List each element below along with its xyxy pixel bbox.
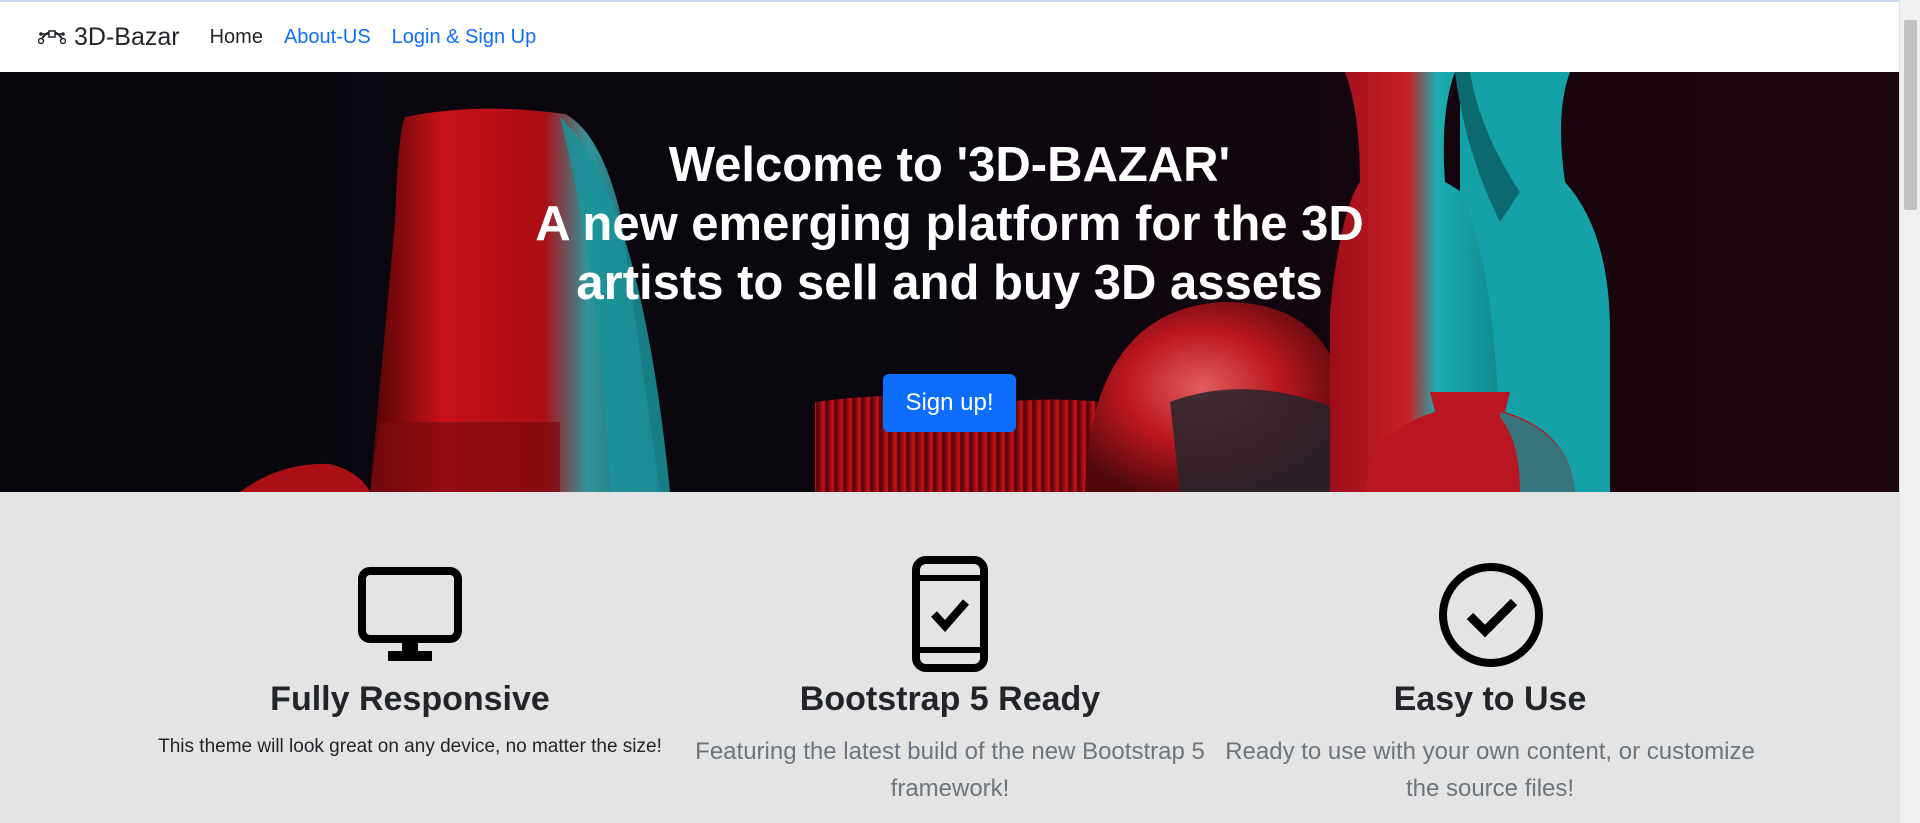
feature-title: Fully Responsive [270,680,550,718]
bezier-curve-icon [38,30,66,45]
feature-title: Easy to Use [1393,680,1587,718]
scrollbar-thumb[interactable] [1904,20,1917,210]
page: 3D-Bazar Home About-US Login & Sign Up W… [0,0,1899,823]
brand-link[interactable]: 3D-Bazar [38,23,180,52]
nav-link-home[interactable]: Home [210,26,263,49]
hero-title: Welcome to '3D-BAZAR' A new emerging pla… [0,136,1899,313]
check-circle-icon [1439,563,1543,667]
hero-title-line-1: Welcome to '3D-BAZAR' [668,138,1231,192]
nav-link-about[interactable]: About-US [284,26,371,49]
monitor-icon [358,567,462,661]
feature-description: Ready to use with your own content, or c… [1225,738,1755,802]
nav-link-login-signup[interactable]: Login & Sign Up [392,26,537,49]
brand-name: 3D-Bazar [74,22,180,51]
hero-title-line-3: artists to sell and buy 3D assets [576,256,1323,310]
feature-description: This theme will look great on any device… [158,736,662,757]
hero-title-line-2: A new emerging platform for the 3D [535,197,1364,251]
navbar: 3D-Bazar Home About-US Login & Sign Up [0,2,1899,72]
vertical-scrollbar[interactable] [1899,0,1920,823]
feature-description: Featuring the latest build of the new Bo… [695,738,1205,802]
signup-button[interactable]: Sign up! [883,374,1016,432]
features-section: Fully Responsive This theme will look gr… [0,492,1899,823]
feature-title: Bootstrap 5 Ready [799,680,1101,718]
hero-banner: Welcome to '3D-BAZAR' A new emerging pla… [0,72,1899,492]
phone-check-icon [912,556,988,672]
